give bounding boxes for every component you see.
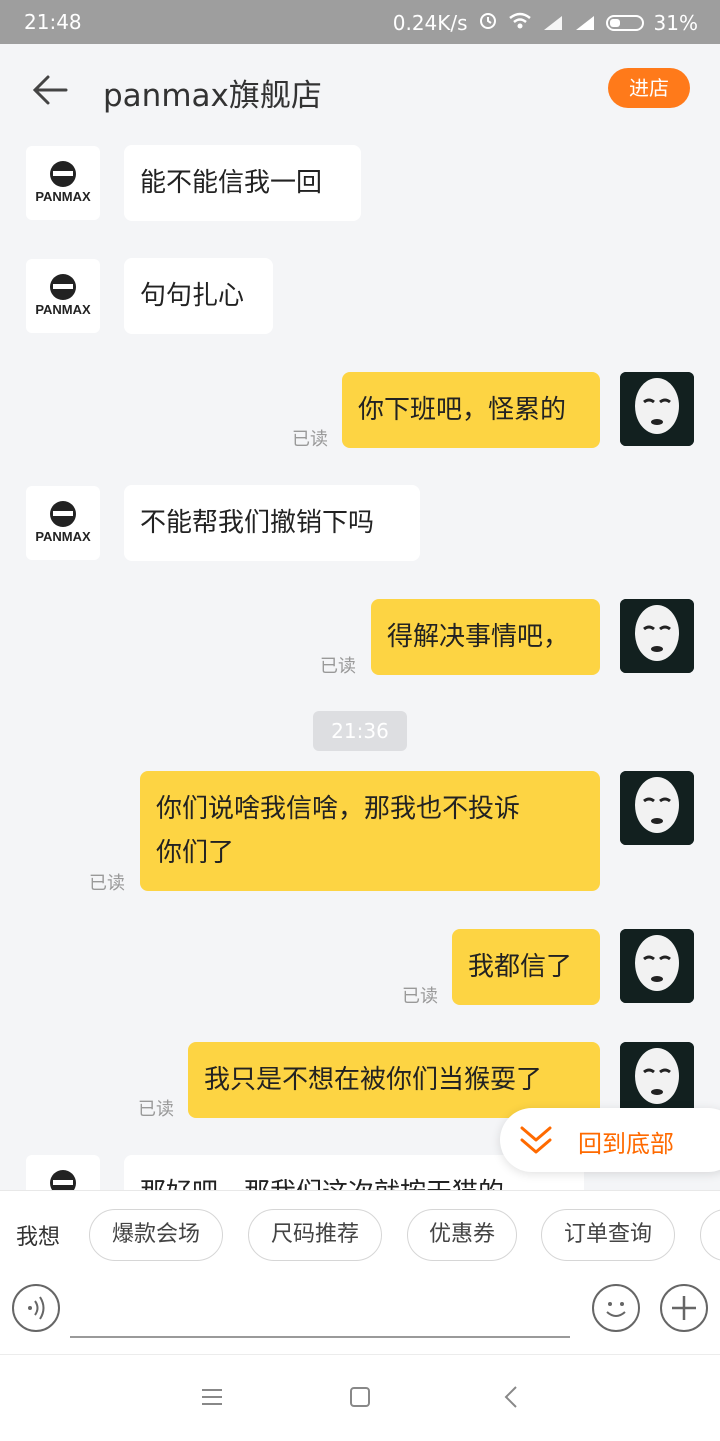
message-line: 你们说啥我信啥，那我也不投诉 <box>156 794 521 824</box>
read-status: 已读 <box>89 873 125 894</box>
message-bubble[interactable]: 你们说啥我信啥，那我也不投诉 你们了 <box>140 771 600 891</box>
quick-chip[interactable]: 订单查询 <box>541 1209 675 1261</box>
my-avatar[interactable] <box>620 771 694 845</box>
message-bubble[interactable]: 不能帮我们撤销下吗 <box>124 485 420 561</box>
message-bubble[interactable]: 我都信了 <box>452 929 600 1005</box>
my-avatar[interactable] <box>620 372 694 446</box>
page-title: panmax旗舰店 <box>103 78 322 114</box>
shop-avatar[interactable]: PANMAX <box>26 486 100 560</box>
back-button[interactable] <box>30 72 70 108</box>
enter-store-button[interactable]: 进店 <box>608 68 690 108</box>
read-status: 已读 <box>292 429 328 450</box>
my-avatar[interactable] <box>620 1042 694 1116</box>
chat-header: panmax旗舰店 进店 <box>0 44 720 134</box>
back-nav-icon[interactable] <box>500 1385 524 1409</box>
message-line: 你们了 <box>156 838 235 868</box>
shop-logo-text: PANMAX <box>35 302 91 317</box>
back-to-bottom-label: 回到底部 <box>578 1130 674 1158</box>
shop-avatar[interactable]: PANMAX <box>26 146 100 220</box>
my-avatar[interactable] <box>620 929 694 1003</box>
my-avatar[interactable] <box>620 599 694 673</box>
double-chevron-down-icon <box>520 1126 552 1154</box>
message-bubble[interactable]: 句句扎心 <box>124 258 273 334</box>
alarm-icon <box>478 10 498 35</box>
back-to-bottom-button[interactable]: 回到底部 <box>500 1108 720 1172</box>
read-status: 已读 <box>138 1099 174 1120</box>
signal-icon <box>542 11 564 35</box>
no-face-mask-icon <box>620 599 694 673</box>
smiley-icon <box>606 1302 626 1317</box>
message-bubble[interactable]: 你下班吧，怪累的 <box>342 372 600 448</box>
voice-icon <box>28 1296 45 1320</box>
more-button[interactable] <box>660 1284 708 1332</box>
plus-icon <box>672 1296 696 1320</box>
wifi-icon <box>508 11 532 35</box>
message-bubble[interactable]: 我只是不想在被你们当猴耍了 <box>188 1042 600 1118</box>
status-time: 21:48 <box>24 10 82 34</box>
network-speed: 0.24K/s <box>392 10 468 35</box>
voice-button[interactable] <box>12 1284 60 1332</box>
quick-chip-partial[interactable] <box>700 1209 720 1261</box>
no-face-mask-icon <box>620 1042 694 1116</box>
read-status: 已读 <box>320 656 356 677</box>
quick-reply-bar: 我想 爆款会场 尺码推荐 优惠券 订单查询 <box>0 1190 720 1281</box>
quick-chip[interactable]: 尺码推荐 <box>248 1209 382 1261</box>
timestamp-chip: 21:36 <box>313 711 407 751</box>
read-status: 已读 <box>402 986 438 1007</box>
battery-percent: 31% <box>653 10 698 35</box>
quick-chip[interactable]: 优惠券 <box>407 1209 517 1261</box>
quick-chip[interactable]: 爆款会场 <box>89 1209 223 1261</box>
emoji-button[interactable] <box>592 1284 640 1332</box>
status-right: 0.24K/s 31% <box>393 10 698 35</box>
no-face-mask-icon <box>620 929 694 1003</box>
no-face-mask-icon <box>620 771 694 845</box>
menu-icon[interactable] <box>200 1387 224 1407</box>
battery-icon <box>605 14 644 31</box>
message-bubble[interactable]: 能不能信我一回 <box>124 145 361 221</box>
no-face-mask-icon <box>620 372 694 446</box>
quick-bar-label: 我想 <box>16 1225 61 1250</box>
home-icon[interactable] <box>348 1385 372 1409</box>
message-input[interactable] <box>70 1336 570 1338</box>
message-bubble[interactable]: 得解决事情吧， <box>371 599 600 675</box>
status-bar: 21:48 0.24K/s 31% <box>0 0 720 44</box>
shop-logo-text: PANMAX <box>35 529 91 544</box>
shop-avatar[interactable]: PANMAX <box>26 259 100 333</box>
signal-icon <box>574 11 596 35</box>
arrow-left-icon <box>32 75 68 105</box>
shop-logo-text: PANMAX <box>35 189 91 204</box>
system-nav-bar <box>0 1354 720 1441</box>
